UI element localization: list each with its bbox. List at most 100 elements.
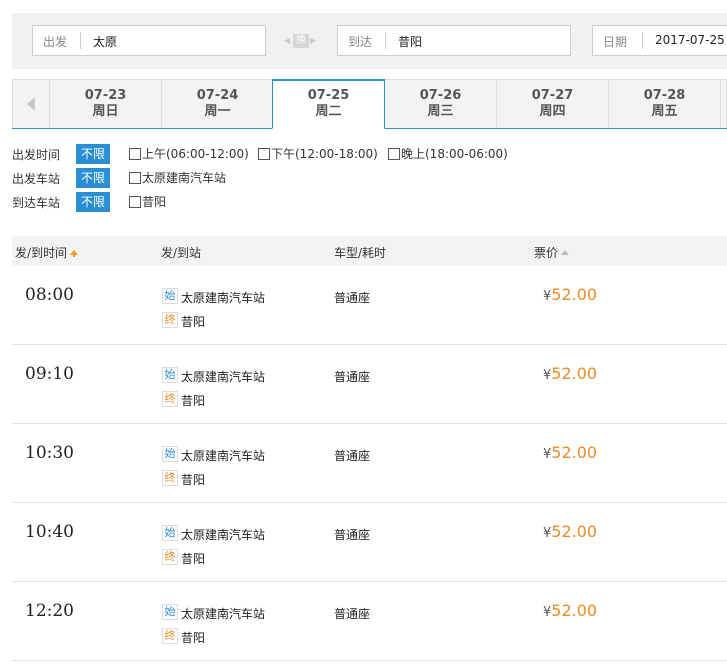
start-badge: 始 [162, 367, 178, 383]
table-row[interactable]: 09:10 始 太原建南汽车站 终 昔阳 普通座 ¥52.00 [12, 345, 727, 424]
tab-weekday: 周一 [204, 104, 231, 119]
from-station: 太原建南汽车站 [181, 449, 266, 463]
date-tabs: 07-23 周日 07-24 周一 07-25 周二 07-26 周三 07-2… [12, 79, 727, 129]
ticket-price: ¥52.00 [543, 364, 597, 383]
price-value: 52.00 [551, 522, 598, 541]
price-value: 52.00 [551, 443, 598, 462]
price-value: 52.00 [551, 285, 598, 304]
checkbox[interactable] [258, 148, 270, 160]
filter-all-button[interactable]: 不限 [76, 192, 110, 212]
depart-time: 10:30 [25, 443, 74, 463]
start-badge: 始 [162, 288, 178, 304]
from-station: 太原建南汽车站 [181, 607, 266, 621]
to-station: 昔阳 [181, 552, 206, 566]
tab-weekday: 周五 [651, 104, 678, 119]
option-label: 昔阳 [142, 195, 167, 209]
swap-icon: 换 [293, 34, 309, 48]
departure-value[interactable]: 太原 [93, 33, 117, 50]
sort-icon [561, 250, 570, 255]
search-bar: 出发 太原 ◀ 换 ▶ 到达 昔阳 日期 2017-07-25 [12, 13, 727, 69]
seat-type: 普通座 [334, 528, 371, 542]
filter-all-button[interactable]: 不限 [76, 144, 110, 164]
to-station: 昔阳 [181, 394, 206, 408]
header-time-label: 发/到时间 [15, 246, 68, 260]
divider [642, 32, 643, 49]
tab-date-0726[interactable]: 07-26 周三 [385, 79, 497, 128]
ticket-price: ¥52.00 [543, 601, 597, 620]
depart-time: 09:10 [25, 364, 74, 384]
ticket-price: ¥52.00 [543, 522, 597, 541]
seat-type: 普通座 [334, 449, 371, 463]
depart-time: 10:40 [25, 522, 74, 542]
table-row[interactable]: 12:20 始 太原建南汽车站 终 昔阳 普通座 ¥52.00 [12, 582, 727, 661]
filter-depart-station: 出发车站 不限 太原建南汽车站 [12, 168, 727, 188]
checkbox[interactable] [129, 172, 141, 184]
tab-date: 07-23 [84, 88, 127, 103]
tab-date-0728[interactable]: 07-28 周五 [609, 79, 721, 128]
depart-time: 12:20 [25, 601, 74, 621]
checkbox[interactable] [129, 196, 141, 208]
price-value: 52.00 [551, 364, 598, 383]
filter-title: 出发车站 [12, 172, 61, 186]
sort-asc-icon-stem [73, 253, 76, 257]
tab-date: 07-27 [531, 88, 574, 103]
option-label: 上午(06:00-12:00) [142, 147, 249, 161]
tab-date-0727[interactable]: 07-27 周四 [497, 79, 609, 128]
start-badge: 始 [162, 525, 178, 541]
chevron-left-icon [27, 97, 35, 111]
checkbox[interactable] [388, 148, 400, 160]
option-label: 太原建南汽车站 [142, 171, 227, 185]
header-price[interactable]: 票价 [534, 244, 570, 261]
from-station: 太原建南汽车站 [181, 291, 266, 305]
date-field[interactable]: 日期 2017-07-25 [592, 25, 727, 56]
tab-date: 07-26 [419, 88, 462, 103]
tab-date: 07-25 [307, 88, 350, 103]
date-label: 日期 [603, 35, 628, 49]
arrow-left-icon: ◀ [284, 36, 291, 45]
header-time[interactable]: 发/到时间 [15, 244, 79, 261]
seat-type: 普通座 [334, 291, 371, 305]
ticket-price: ¥52.00 [543, 285, 597, 304]
price-value: 52.00 [551, 601, 598, 620]
tab-date-0724[interactable]: 07-24 周一 [162, 79, 274, 128]
table-row[interactable]: 10:30 始 太原建南汽车站 终 昔阳 普通座 ¥52.00 [12, 424, 727, 503]
to-station: 昔阳 [181, 631, 206, 645]
checkbox[interactable] [129, 148, 141, 160]
date-value[interactable]: 2017-07-25 [655, 33, 725, 47]
tab-weekday: 周日 [92, 104, 119, 119]
start-badge: 始 [162, 604, 178, 620]
swap-button[interactable]: ◀ 换 ▶ [284, 34, 318, 48]
table-row[interactable]: 08:00 始 太原建南汽车站 终 昔阳 普通座 ¥52.00 [12, 266, 727, 345]
option-label: 晚上(18:00-06:00) [401, 147, 508, 161]
table-row[interactable]: 10:40 始 太原建南汽车站 终 昔阳 普通座 ¥52.00 [12, 503, 727, 582]
filter-title: 出发时间 [12, 148, 61, 162]
prev-dates-button[interactable] [12, 79, 50, 128]
arrival-label: 到达 [348, 35, 373, 49]
tab-date: 07-28 [643, 88, 686, 103]
from-station: 太原建南汽车站 [181, 370, 266, 384]
filter-arrive-station: 到达车站 不限 昔阳 [12, 192, 727, 212]
end-badge: 终 [162, 312, 178, 328]
tab-weekday: 周三 [427, 104, 454, 119]
seat-type: 普通座 [334, 607, 371, 621]
tab-date-0723[interactable]: 07-23 周日 [50, 79, 162, 128]
tab-date-next-partial[interactable] [721, 79, 727, 128]
table-header: 发/到时间 发/到站 车型/耗时 票价 [12, 236, 727, 266]
departure-field[interactable]: 出发 太原 [32, 25, 266, 56]
arrival-value[interactable]: 昔阳 [398, 33, 422, 50]
divider [80, 32, 81, 49]
divider [385, 32, 386, 49]
arrival-field[interactable]: 到达 昔阳 [337, 25, 571, 56]
end-badge: 终 [162, 628, 178, 644]
tab-weekday: 周二 [315, 104, 342, 119]
to-station: 昔阳 [181, 473, 206, 487]
header-price-label: 票价 [534, 246, 559, 260]
filter-all-button[interactable]: 不限 [76, 168, 110, 188]
end-badge: 终 [162, 470, 178, 486]
tab-date-0725-active[interactable]: 07-25 周二 [272, 79, 385, 129]
depart-time: 08:00 [25, 285, 74, 305]
tab-weekday: 周四 [539, 104, 566, 119]
ticket-price: ¥52.00 [543, 443, 597, 462]
filter-title: 到达车站 [12, 196, 61, 210]
header-type: 车型/耗时 [334, 246, 387, 260]
